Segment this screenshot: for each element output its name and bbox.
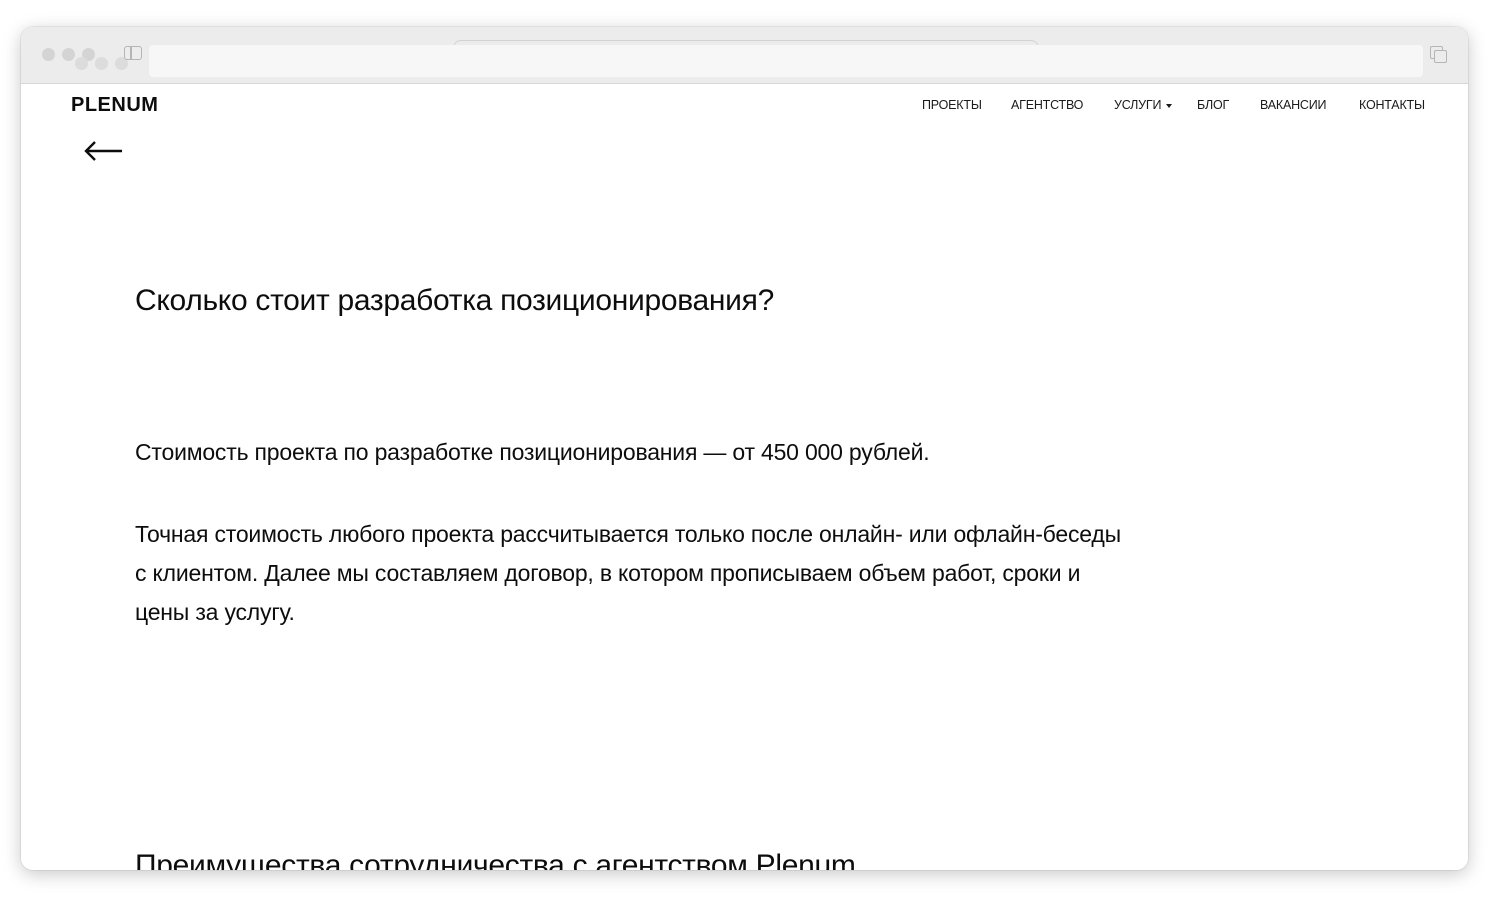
next-section-heading: Преимущества сотрудничества с агентством…: [135, 849, 856, 870]
nav-item-services[interactable]: УСЛУГИ: [1114, 98, 1173, 112]
minimize-window-button[interactable]: [62, 48, 75, 61]
window-dot-decoration: [75, 57, 88, 70]
tabs-overview-icon[interactable]: [1430, 46, 1447, 63]
window-dot-decoration: [95, 57, 108, 70]
web-page: PLENUM ПРОЕКТЫ АГЕНТСТВО УСЛУГИ БЛОГ ВАК…: [21, 84, 1468, 870]
details-paragraph: Точная стоимость любого проекта рассчиты…: [135, 521, 1121, 625]
nav-item-vacancies[interactable]: ВАКАНСИИ: [1260, 98, 1327, 112]
address-bar[interactable]: [149, 45, 1423, 77]
nav-item-agency[interactable]: АГЕНТСТВО: [1011, 98, 1083, 112]
arrow-left-icon[interactable]: [84, 140, 124, 162]
nav-item-projects[interactable]: ПРОЕКТЫ: [922, 98, 982, 112]
nav-item-blog[interactable]: БЛОГ: [1197, 98, 1229, 112]
nav-item-services-label: УСЛУГИ: [1114, 98, 1162, 112]
close-window-button[interactable]: [42, 48, 55, 61]
browser-window: PLENUM ПРОЕКТЫ АГЕНТСТВО УСЛУГИ БЛОГ ВАК…: [21, 27, 1468, 870]
nav-item-contacts[interactable]: КОНТАКТЫ: [1359, 98, 1425, 112]
sidebar-icon[interactable]: [124, 46, 142, 60]
price-paragraph: Стоимость проекта по разработке позицион…: [135, 439, 930, 465]
browser-titlebar: [21, 27, 1468, 84]
section-heading: Сколько стоит разработка позиционировани…: [135, 284, 774, 317]
caret-down-icon: [1166, 103, 1173, 108]
main-nav: ПРОЕКТЫ АГЕНТСТВО УСЛУГИ БЛОГ ВАКАНСИИ К…: [21, 98, 1468, 118]
